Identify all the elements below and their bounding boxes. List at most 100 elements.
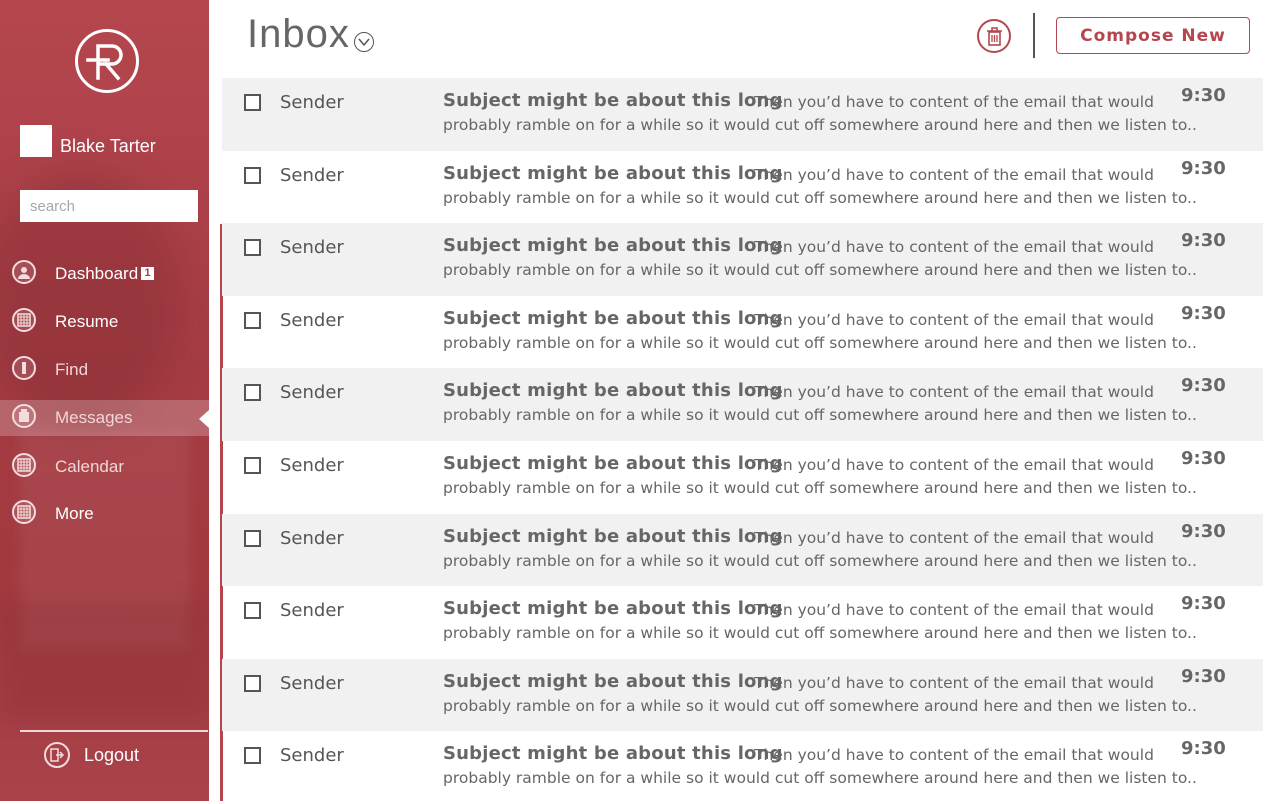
header-divider — [1033, 13, 1035, 58]
user-name: Blake Tarter — [60, 136, 156, 156]
page-title: Inbox — [247, 12, 350, 56]
email-preview: probably ramble on for a while so it wou… — [443, 624, 1197, 643]
select-checkbox[interactable] — [244, 747, 261, 765]
email-sender: Sender — [280, 600, 344, 622]
email-time: 9:30 — [1181, 665, 1226, 687]
email-preview: probably ramble on for a while so it wou… — [443, 551, 1197, 570]
compose-button[interactable]: Compose New — [1056, 17, 1250, 54]
email-row[interactable]: Sender Subject might be about this long Th… — [222, 368, 1263, 441]
email-subject: Subject might be about this long — [443, 162, 783, 184]
email-preview: Then you’d have to content of the email … — [754, 456, 1154, 474]
email-preview: probably ramble on for a while so it wou… — [443, 188, 1197, 207]
email-sender: Sender — [280, 455, 344, 476]
search-input[interactable] — [20, 190, 198, 222]
email-time: 9:30 — [1181, 230, 1226, 252]
email-row[interactable]: Sender Subject might be about this long Th… — [222, 731, 1263, 804]
email-preview: Then you’d have to content of the email … — [754, 673, 1154, 692]
email-preview: Then you’d have to content of the email … — [754, 383, 1154, 402]
email-preview: Then you’d have to content of the email … — [754, 238, 1154, 257]
email-time: 9:30 — [1181, 85, 1226, 106]
email-sender: Sender — [280, 309, 344, 331]
email-row[interactable]: Sender Subject might be about this long Th… — [222, 223, 1263, 296]
email-subject: Subject might be about this long — [443, 380, 783, 402]
email-time: 9:30 — [1181, 738, 1226, 760]
email-time: 9:30 — [1181, 593, 1226, 615]
email-subject: Subject might be about this long — [443, 235, 783, 257]
sidebar-item-more[interactable]: More — [0, 496, 209, 532]
grid-icon — [12, 500, 36, 524]
logout-label: Logout — [84, 745, 140, 765]
sidebar-item-label: Dashboard — [55, 264, 139, 283]
email-row[interactable]: Sender Subject might be about this long Th… — [222, 513, 1263, 587]
notification-badge: 1 — [141, 267, 154, 280]
email-preview: probably ramble on for a while so it wou… — [443, 769, 1197, 788]
email-preview: probably ramble on for a while so it wou… — [443, 116, 1197, 134]
email-row[interactable]: Sender Subject might be about this long Th… — [222, 586, 1263, 659]
email-sender: Sender — [280, 672, 344, 694]
select-checkbox[interactable] — [244, 602, 261, 620]
email-sender: Sender — [280, 745, 344, 767]
sidebar-item-label: Messages — [55, 408, 133, 427]
sidebar-item-resume[interactable]: Resume — [0, 304, 209, 340]
select-checkbox[interactable] — [244, 457, 261, 474]
email-row[interactable]: Sender Subject might be about this long Th… — [222, 296, 1263, 369]
sidebar-item-label: More — [55, 504, 94, 523]
logout-icon — [44, 742, 70, 768]
select-checkbox[interactable] — [244, 529, 261, 547]
sidebar-divider — [20, 730, 208, 732]
email-preview: Then you’d have to content of the email … — [754, 746, 1154, 765]
email-subject: Subject might be about this long — [443, 453, 783, 474]
sidebar-item-find[interactable]: Find — [0, 352, 209, 388]
select-checkbox[interactable] — [244, 239, 261, 257]
email-row[interactable]: Sender Subject might be about this long Th… — [222, 78, 1263, 151]
bar-icon — [12, 356, 36, 380]
email-sender: Sender — [280, 527, 344, 549]
email-row[interactable]: Sender Subject might be about this long Th… — [222, 151, 1263, 224]
email-time: 9:30 — [1181, 448, 1226, 469]
sidebar-item-dashboard[interactable]: Dashboard 1 — [0, 256, 209, 292]
email-sender: Sender — [280, 164, 344, 186]
select-checkbox[interactable] — [244, 94, 261, 111]
email-subject: Subject might be about this long — [443, 525, 783, 547]
email-sender: Sender — [280, 382, 344, 404]
select-checkbox[interactable] — [244, 384, 261, 402]
chevron-down-icon[interactable] — [354, 32, 374, 52]
email-time: 9:30 — [1181, 157, 1226, 179]
email-preview: Then you’d have to content of the email … — [754, 601, 1154, 620]
logout-button[interactable]: Logout — [40, 738, 180, 772]
email-subject: Subject might be about this long — [443, 307, 783, 329]
select-checkbox[interactable] — [244, 674, 261, 692]
select-checkbox[interactable] — [244, 166, 261, 184]
sidebar-item-label: Resume — [55, 312, 119, 331]
email-preview: probably ramble on for a while so it wou… — [443, 406, 1197, 425]
email-sender: Sender — [280, 92, 344, 113]
email-preview: probably ramble on for a while so it wou… — [443, 333, 1197, 352]
sidebar-item-messages[interactable]: Messages — [0, 400, 209, 436]
grid-icon — [12, 308, 36, 332]
email-time: 9:30 — [1181, 520, 1226, 542]
sidebar-item-label: Find — [55, 360, 89, 379]
email-time: 9:30 — [1181, 375, 1226, 397]
email-preview: probably ramble on for a while so it wou… — [443, 261, 1197, 280]
email-list: Sender Subject might be about this long Th… — [222, 78, 1263, 801]
email-row[interactable]: Sender Subject might be about this long Th… — [222, 441, 1263, 514]
calendar-icon — [12, 453, 36, 477]
email-preview: probably ramble on for a while so it wou… — [443, 696, 1197, 715]
sidebar-item-calendar[interactable]: Calendar — [0, 449, 209, 485]
email-subject: Subject might be about this long — [443, 598, 783, 620]
email-preview: Then you’d have to content of the email … — [754, 165, 1154, 184]
delete-button[interactable] — [977, 19, 1011, 53]
avatar[interactable] — [20, 125, 52, 157]
email-time: 9:30 — [1181, 302, 1226, 324]
email-preview: Then you’d have to content of the email … — [754, 93, 1154, 111]
select-checkbox[interactable] — [244, 311, 261, 329]
sidebar: Blake Tarter Dashboard 1 Resume Find Mes… — [0, 0, 209, 801]
email-subject: Subject might be about this long — [443, 670, 783, 692]
logo-r-icon — [86, 44, 123, 81]
logo[interactable] — [75, 29, 139, 93]
email-row[interactable]: Sender Subject might be about this long Th… — [222, 658, 1263, 732]
email-sender: Sender — [280, 237, 344, 259]
email-subject: Subject might be about this long — [443, 743, 783, 765]
sidebar-background-texture — [0, 600, 209, 720]
email-preview: Then you’d have to content of the email … — [754, 310, 1154, 329]
